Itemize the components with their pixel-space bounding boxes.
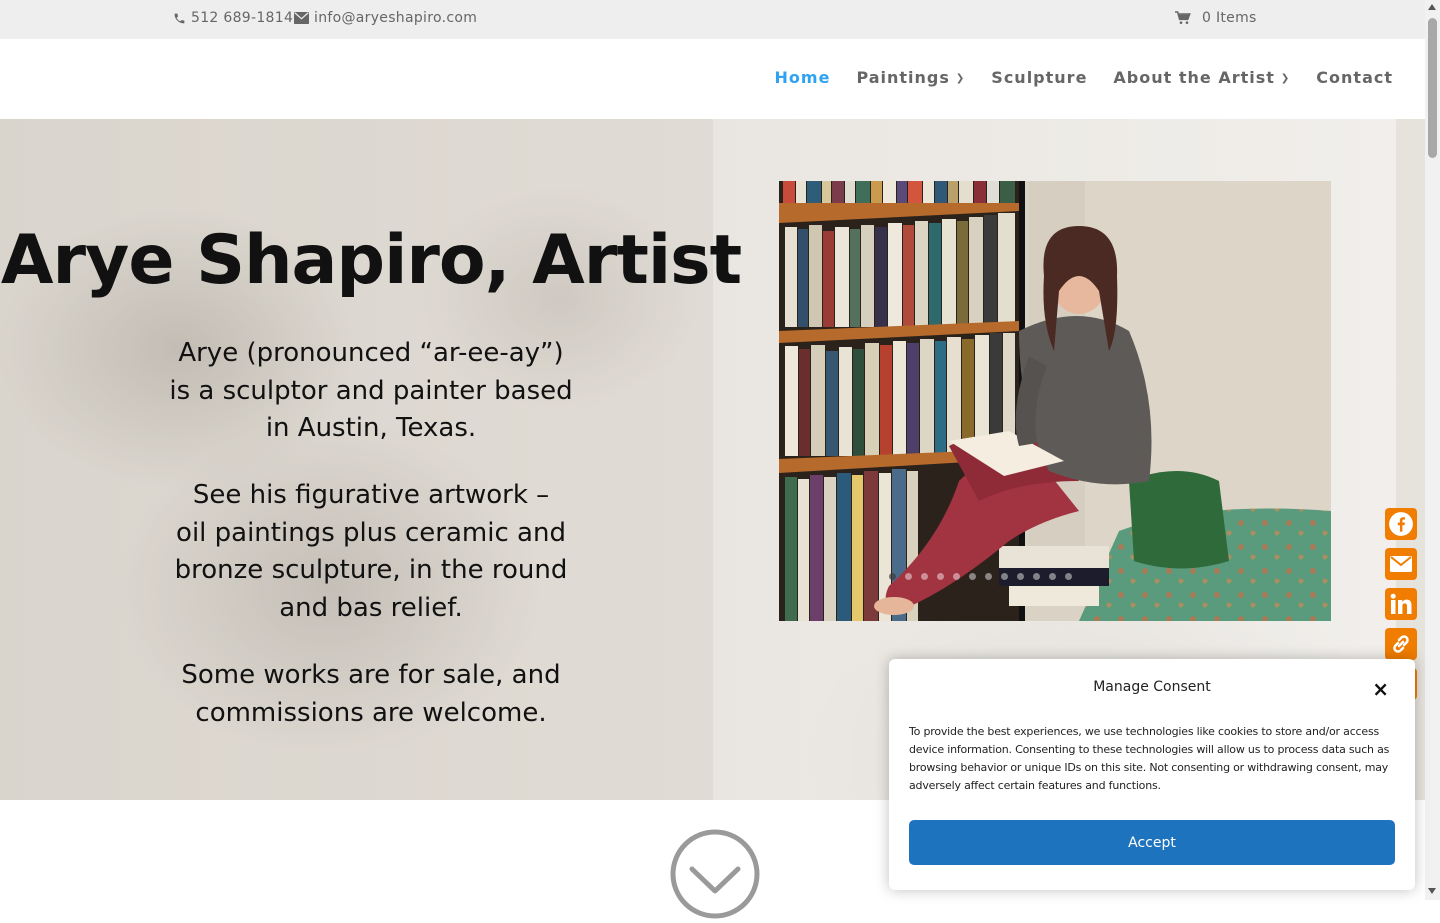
top-bar: 512 689-1814 info@aryeshapiro.com 0 Item… [0, 0, 1425, 39]
slider-dot[interactable] [905, 573, 912, 580]
close-icon[interactable]: × [1372, 677, 1389, 701]
cookie-consent-dialog: Manage Consent × To provide the best exp… [889, 659, 1415, 890]
cart-count: 0 Items [1202, 10, 1257, 26]
nav-item-about-the-artist[interactable]: About the Artist ❯ [1113, 68, 1290, 87]
consent-title: Manage Consent [1093, 679, 1211, 695]
facebook-share-button[interactable] [1385, 508, 1417, 540]
chevron-down-icon: ❯ [955, 73, 966, 84]
cart-icon [1175, 11, 1191, 24]
intro-paragraph: Arye (pronounced “ar-ee-ay”) is a sculpt… [0, 335, 742, 448]
copy-link-button[interactable] [1385, 628, 1417, 660]
nav-item-label: Home [774, 68, 831, 87]
artwork-line: bronze sculpture, in the round [174, 555, 568, 585]
slider-dot[interactable] [1033, 573, 1040, 580]
slider-dot[interactable] [969, 573, 976, 580]
nav-item-home[interactable]: Home [775, 68, 831, 87]
intro-line: in Austin, Texas. [265, 413, 477, 443]
slider-dot[interactable] [953, 573, 960, 580]
painting-woman-reading [779, 181, 1331, 621]
slider-dot[interactable] [1001, 573, 1008, 580]
linkedin-share-button[interactable] [1385, 588, 1417, 620]
envelope-icon [294, 12, 309, 24]
linkedin-icon [1390, 593, 1412, 614]
phone-number: 512 689-1814 [191, 10, 294, 26]
nav-item-label: Sculpture [991, 68, 1088, 87]
slider-dot[interactable] [937, 573, 944, 580]
phone-icon [174, 13, 185, 23]
nav-item-sculpture[interactable]: Sculpture [991, 68, 1087, 87]
scroll-up-arrow-icon[interactable] [1428, 4, 1436, 10]
facebook-icon [1389, 512, 1413, 536]
commissions-line: commissions are welcome. [195, 697, 547, 728]
nav-item-contact[interactable]: Contact [1316, 68, 1393, 87]
email-icon [1390, 556, 1412, 572]
slider-dot[interactable] [1017, 573, 1024, 580]
slider-painting-image[interactable] [779, 181, 1331, 621]
consent-text: To provide the best experiences, we use … [909, 725, 1390, 792]
commissions-line: Some works are for sale, and [181, 660, 561, 690]
email-share-button[interactable] [1385, 548, 1417, 580]
artwork-line: See his figurative artwork – [192, 480, 550, 510]
nav-item-label: Paintings [856, 68, 950, 87]
page-title: Arye Shapiro, Artist [0, 221, 742, 300]
intro-line: Arye (pronounced “ar-ee-ay”) [178, 338, 564, 368]
phone-link[interactable]: 512 689-1814 [173, 10, 293, 26]
nav-item-label: Contact [1316, 68, 1393, 87]
commissions-paragraph: Some works are for sale, and commissions… [0, 657, 742, 732]
accept-button[interactable]: Accept [909, 820, 1395, 865]
chevron-down-icon: ❯ [1280, 73, 1291, 84]
scroll-down-arrow-icon[interactable] [1428, 888, 1436, 894]
copy-link-icon [1393, 635, 1409, 653]
main-nav: Home Paintings ❯ Sculpture About the Art… [775, 68, 1393, 87]
page-scrollbar[interactable] [1425, 0, 1440, 900]
email-link[interactable]: info@aryeshapiro.com [294, 10, 477, 26]
slider-pagination [889, 573, 1072, 580]
scrollbar-thumb[interactable] [1428, 18, 1437, 158]
artwork-paragraph: See his figurative artwork – oil paintin… [0, 477, 742, 627]
nav-item-label: About the Artist [1113, 68, 1275, 87]
email-address: info@aryeshapiro.com [314, 10, 478, 26]
cart-link[interactable]: 0 Items [1175, 10, 1257, 26]
artwork-line: and bas relief. [279, 592, 463, 623]
artwork-line: oil paintings plus ceramic and [176, 517, 566, 548]
slider-dot[interactable] [1065, 573, 1072, 580]
intro-line: is a sculptor and painter based [169, 375, 573, 406]
scroll-down-icon[interactable] [670, 829, 760, 919]
site-header: Home Paintings ❯ Sculpture About the Art… [0, 39, 1425, 120]
slider-dot[interactable] [985, 573, 992, 580]
nav-item-paintings[interactable]: Paintings ❯ [856, 68, 965, 87]
slider-dot[interactable] [921, 573, 928, 580]
slider-dot[interactable] [889, 573, 896, 580]
slider-dot[interactable] [1049, 573, 1056, 580]
